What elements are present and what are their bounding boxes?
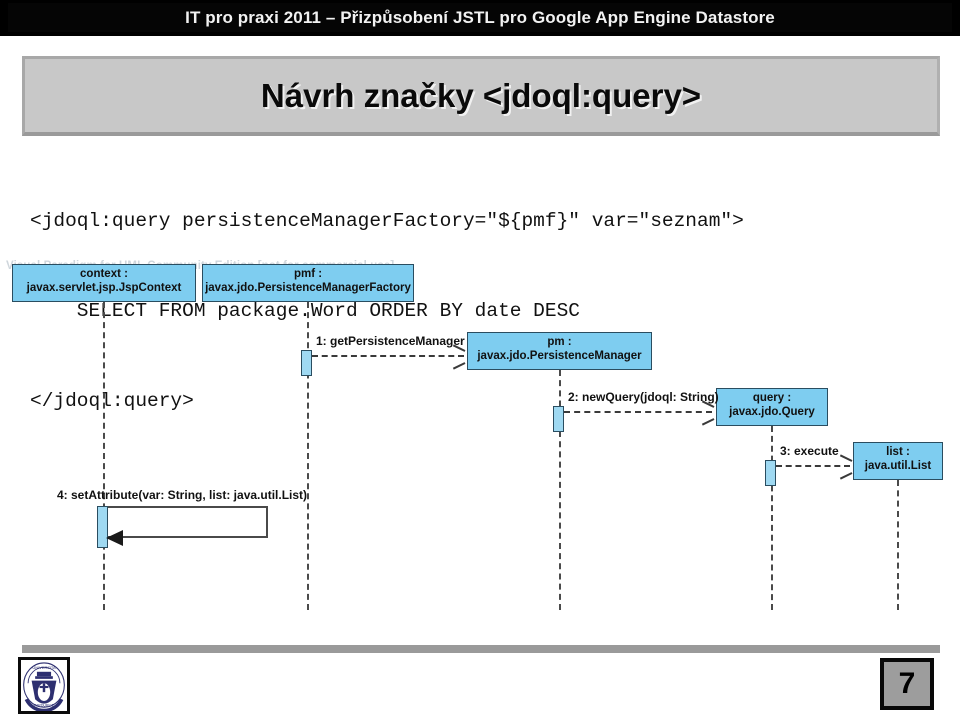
lifeline-type-pmf: javax.jdo.PersistenceManagerFactory [205,282,411,294]
lifeline-box-query: query : javax.jdo.Query [716,388,828,426]
code-line-1: <jdoql:query persistenceManagerFactory="… [30,210,744,232]
lifeline-type-query: javax.jdo.Query [729,406,815,418]
footer-divider [22,645,940,653]
activation-pm [553,406,564,432]
activation-pmf [301,350,312,376]
page-number: 7 [898,667,916,700]
message-label-1: 1: getPersistenceManager [316,334,465,348]
lifeline-name-pm: pm : [547,336,572,348]
uml-sequence-diagram: Visual Paradigm for UML Community Editio… [0,256,960,636]
message-return-path-4 [108,506,268,538]
lifeline-name-pmf: pmf : [293,268,323,280]
lifeline-box-pm: pm : javax.jdo.PersistenceManager [467,332,652,370]
lifeline-box-pmf: pmf : javax.jdo.PersistenceManagerFactor… [202,264,414,302]
message-line-3 [776,465,850,467]
lifeline-dash-pmf [307,302,309,610]
page-number-box: 7 [880,658,934,710]
message-label-3: 3: execute [780,444,839,458]
lifeline-name-list: list : [886,446,910,458]
lifeline-type-context: javax.servlet.jsp.JspContext [26,282,182,294]
activation-query [765,460,776,486]
conference-title: IT pro praxi 2011 – Přizpůsobení JSTL pr… [185,7,775,27]
message-line-1 [312,355,464,357]
title-panel: Návrh značky <jdoql:query> [22,56,940,136]
university-logo: UNIVERZITA PARDUBICE [18,657,70,714]
lifeline-type-list: java.util.List [864,460,932,472]
message-line-2 [564,411,712,413]
message-label-2: 2: newQuery(jdoql: String) [568,390,719,404]
lifeline-name-query: query : [752,392,792,404]
lifeline-box-list: list : java.util.List [853,442,943,480]
svg-text:PARDUBICE: PARDUBICE [34,703,55,707]
lifeline-type-pm: javax.jdo.PersistenceManager [477,350,642,362]
top-banner: IT pro praxi 2011 – Přizpůsobení JSTL pr… [0,0,960,36]
message-arrowhead-4 [106,530,123,546]
lifeline-dash-query [771,426,773,610]
lifeline-name-context: context : [80,268,128,280]
page-title: Návrh značky <jdoql:query> [260,76,702,114]
lifeline-dash-list [897,480,899,610]
top-banner-inner: IT pro praxi 2011 – Přizpůsobení JSTL pr… [8,3,952,32]
svg-text:UNIVERZITA: UNIVERZITA [32,665,56,670]
message-label-4: 4: setAttribute(var: String, list: java.… [57,488,308,502]
lifeline-box-context: context : javax.servlet.jsp.JspContext [12,264,196,302]
lifeline-dash-context [103,302,105,610]
university-crest-icon: UNIVERZITA PARDUBICE [23,662,65,711]
slide-canvas: IT pro praxi 2011 – Přizpůsobení JSTL pr… [0,0,960,714]
